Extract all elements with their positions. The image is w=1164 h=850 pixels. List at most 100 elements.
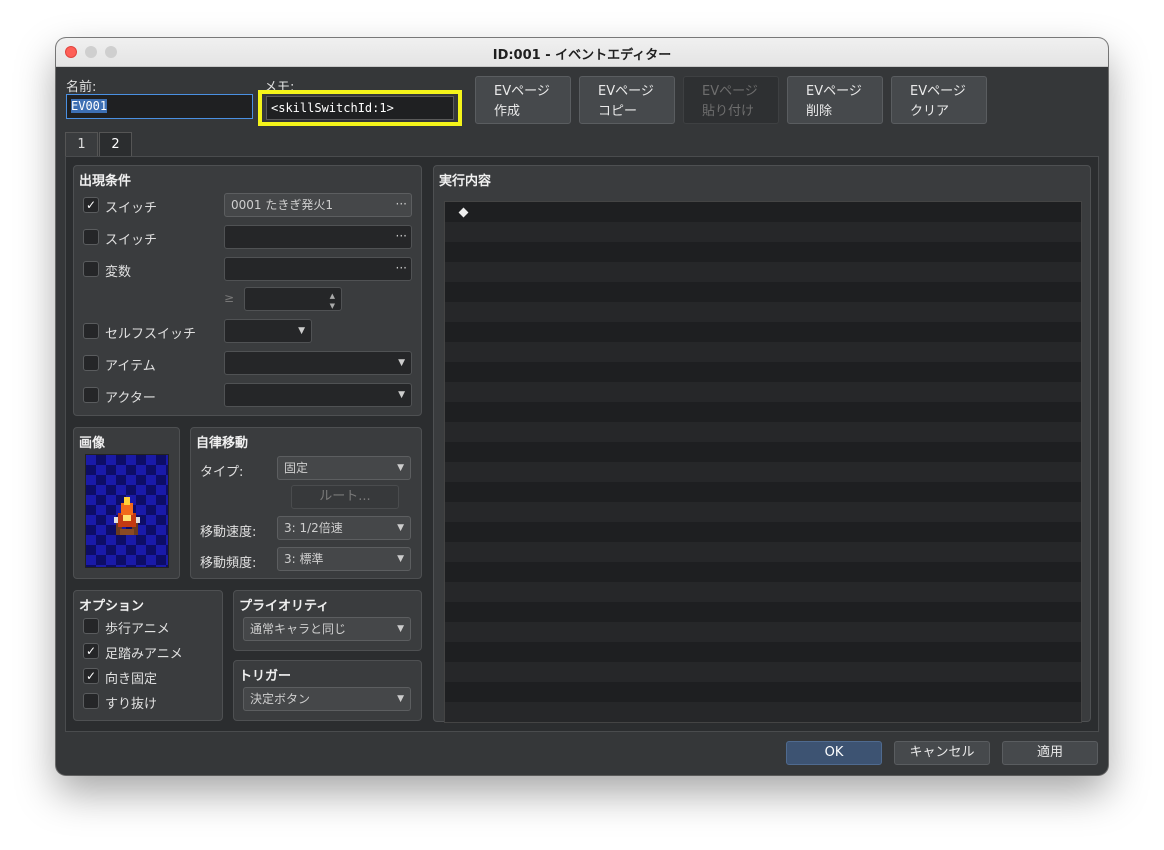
move-type-value: 固定 [284,461,309,475]
move-freq-select[interactable]: 3: 標準 ▼ [277,547,411,571]
ev-page-clear-button[interactable]: EVページ クリア [891,76,987,124]
more-icon: ··· [395,229,407,243]
check-icon: ✓ [85,644,97,658]
button-line: EVページ [598,84,654,99]
stepping-anim-checkbox[interactable]: ✓ [83,643,99,659]
button-line: EVページ [806,84,862,99]
event-image-picker[interactable] [85,454,169,568]
move-speed-label: 移動速度: [200,525,257,540]
stepping-anim-label: 足踏みアニメ [105,647,183,662]
button-line: EVページ [494,84,550,99]
priority-select[interactable]: 通常キャラと同じ ▼ [243,617,411,641]
conditions-group: 出現条件 ✓ スイッチ 0001 たきぎ発火1 ··· スイッチ ··· 変数 … [73,165,422,416]
direction-fix-label: 向き固定 [105,672,158,687]
variable-label: 変数 [105,265,132,280]
command-list[interactable] [444,201,1082,723]
spin-down-icon[interactable]: ▼ [330,298,335,314]
actor-label: アクター [105,391,156,406]
switch1-value: 0001 たきぎ発火1 [231,198,333,212]
trigger-select[interactable]: 決定ボタン ▼ [243,687,411,711]
ev-page-delete-button[interactable]: EVページ 削除 [787,76,883,124]
dropdown-arrow-icon: ▼ [398,358,405,368]
self-switch-label: セルフスイッチ [105,327,197,342]
move-speed-select[interactable]: 3: 1/2倍速 ▼ [277,516,411,540]
dropdown-arrow-icon: ▼ [397,463,404,473]
ev-page-paste-button[interactable]: EVページ 貼り付け [683,76,779,124]
variable-operator: ≥ [224,291,235,305]
item-checkbox[interactable] [83,355,99,371]
button-line: EVページ [910,84,966,99]
options-group: オプション 歩行アニメ ✓ 足踏みアニメ ✓ 向き固定 すり抜け [73,590,223,721]
name-value: EV001 [71,99,108,113]
priority-title: プライオリティ [239,599,330,614]
ok-button[interactable]: OK [786,741,882,765]
button-line: クリア [910,104,950,119]
move-speed-value: 3: 1/2倍速 [284,521,343,535]
dropdown-arrow-icon: ▼ [298,326,305,336]
walking-anim-label: 歩行アニメ [105,622,170,637]
check-icon: ✓ [85,198,97,212]
more-icon: ··· [395,261,407,275]
cancel-button[interactable]: キャンセル [894,741,990,765]
through-label: すり抜け [105,697,158,712]
dropdown-arrow-icon: ▼ [397,523,404,533]
image-title: 画像 [79,436,106,451]
direction-fix-checkbox[interactable]: ✓ [83,668,99,684]
button-line: 削除 [806,104,833,119]
command-row-marker-icon[interactable] [458,207,469,218]
apply-button[interactable]: 適用 [1002,741,1098,765]
switch1-label: スイッチ [105,201,158,216]
actor-checkbox[interactable] [83,387,99,403]
name-input[interactable]: EV001 [66,94,253,119]
switch1-checkbox[interactable]: ✓ [83,197,99,213]
item-select[interactable]: ▼ [224,351,412,375]
through-checkbox[interactable] [83,693,99,709]
priority-group: プライオリティ 通常キャラと同じ ▼ [233,590,422,651]
walking-anim-checkbox[interactable] [83,618,99,634]
priority-value: 通常キャラと同じ [250,622,347,636]
actor-select[interactable]: ▼ [224,383,412,407]
trigger-group: トリガー 決定ボタン ▼ [233,660,422,721]
variable-select[interactable]: ··· [224,257,412,281]
button-line: 作成 [494,104,521,119]
variable-number-spinner[interactable]: ▲ ▼ [244,287,342,311]
switch2-select[interactable]: ··· [224,225,412,249]
ev-page-copy-button[interactable]: EVページ コピー [579,76,675,124]
tab-page-2[interactable]: 2 [99,132,132,157]
ev-page-create-button[interactable]: EVページ 作成 [475,76,571,124]
move-type-select[interactable]: 固定 ▼ [277,456,411,480]
dropdown-arrow-icon: ▼ [397,694,404,704]
window-title: ID:001 - イベントエディター [492,48,672,63]
contents-group: 実行内容 [433,165,1091,723]
move-freq-value: 3: 標準 [284,552,324,566]
move-freq-label: 移動頻度: [200,556,257,571]
page-content: 出現条件 ✓ スイッチ 0001 たきぎ発火1 ··· スイッチ ··· 変数 … [65,156,1099,732]
title-bar: ID:001 - イベントエディター [56,38,1108,67]
dropdown-arrow-icon: ▼ [397,624,404,634]
button-line: EVページ [702,84,758,99]
event-editor-window: ID:001 - イベントエディター 名前: EV001 メモ: <skillS… [56,38,1108,775]
autonomous-title: 自律移動 [196,436,249,451]
move-type-label: タイプ: [200,465,244,480]
self-switch-checkbox[interactable] [83,323,99,339]
bonfire-sprite-icon [114,497,140,535]
more-icon: ··· [395,197,407,211]
name-label: 名前: [66,80,97,95]
trigger-title: トリガー [239,669,292,684]
autonomous-movement-group: 自律移動 タイプ: 固定 ▼ ルート... 移動速度: 3: 1/2倍速 ▼ 移… [190,427,422,579]
item-label: アイテム [105,359,156,374]
switch2-label: スイッチ [105,233,158,248]
switch1-select[interactable]: 0001 たきぎ発火1 ··· [224,193,412,217]
dropdown-arrow-icon: ▼ [398,390,405,400]
image-group: 画像 [73,427,180,579]
route-button[interactable]: ルート... [291,485,399,509]
variable-checkbox[interactable] [83,261,99,277]
self-switch-select[interactable]: ▼ [224,319,312,343]
button-line: 貼り付け [702,104,755,119]
button-line: コピー [598,104,638,119]
contents-title: 実行内容 [439,174,492,189]
trigger-value: 決定ボタン [250,692,311,706]
switch2-checkbox[interactable] [83,229,99,245]
memo-input[interactable]: <skillSwitchId:1> [266,96,454,120]
tab-page-1[interactable]: 1 [65,132,98,157]
